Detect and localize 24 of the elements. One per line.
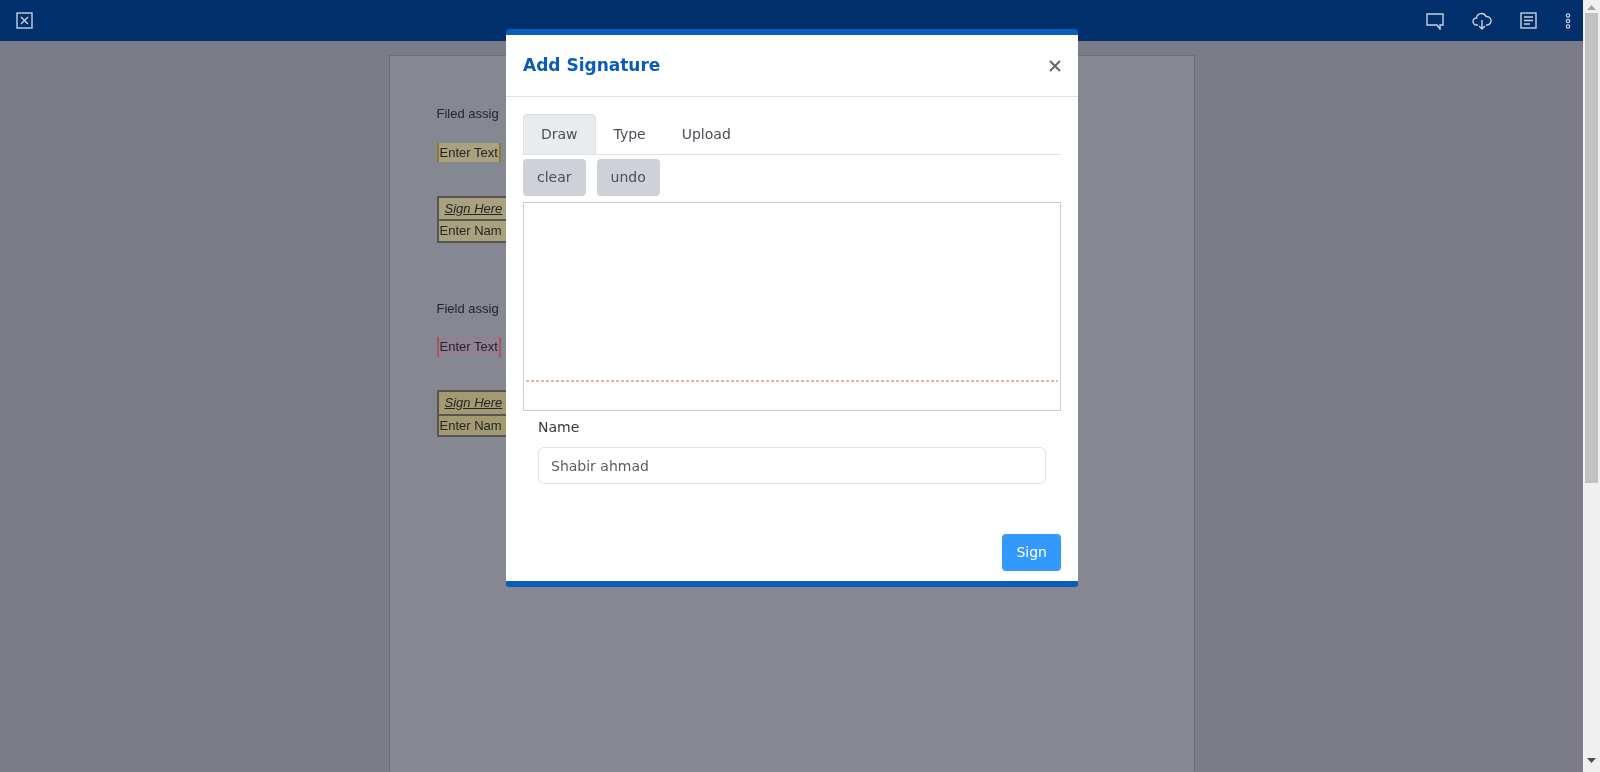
section-heading: Field assig [436, 299, 500, 318]
tab[interactable]: Draw [523, 114, 596, 155]
document-icon[interactable] [1520, 12, 1537, 29]
text-field[interactable]: Enter Text [436, 337, 501, 357]
tab[interactable]: Type [595, 114, 664, 155]
field-label: Name [538, 418, 581, 437]
scrollbar[interactable] [1583, 0, 1600, 772]
action-button[interactable]: undo [596, 159, 660, 196]
name-field[interactable]: Enter Nam [436, 221, 507, 243]
more-icon[interactable] [1565, 12, 1571, 29]
scroll-thumb[interactable] [1585, 13, 1598, 483]
scroll-down-icon[interactable] [1587, 758, 1596, 764]
name-field[interactable]: Enter Nam [436, 415, 507, 437]
signature-field[interactable]: Sign Here [436, 390, 507, 416]
tab[interactable]: Upload [663, 114, 749, 155]
signature-field[interactable]: Sign Here [436, 195, 507, 221]
close-icon[interactable] [1049, 59, 1061, 72]
action-button[interactable]: clear [523, 159, 586, 196]
section-heading: Filed assig [436, 105, 500, 123]
comment-icon[interactable] [1426, 11, 1444, 30]
download-icon[interactable] [1472, 11, 1492, 30]
name-field[interactable]: Shabir ahmad [538, 447, 1046, 484]
text-field[interactable]: Enter Text [436, 142, 501, 162]
dialog-title: Add Signature [523, 55, 661, 76]
